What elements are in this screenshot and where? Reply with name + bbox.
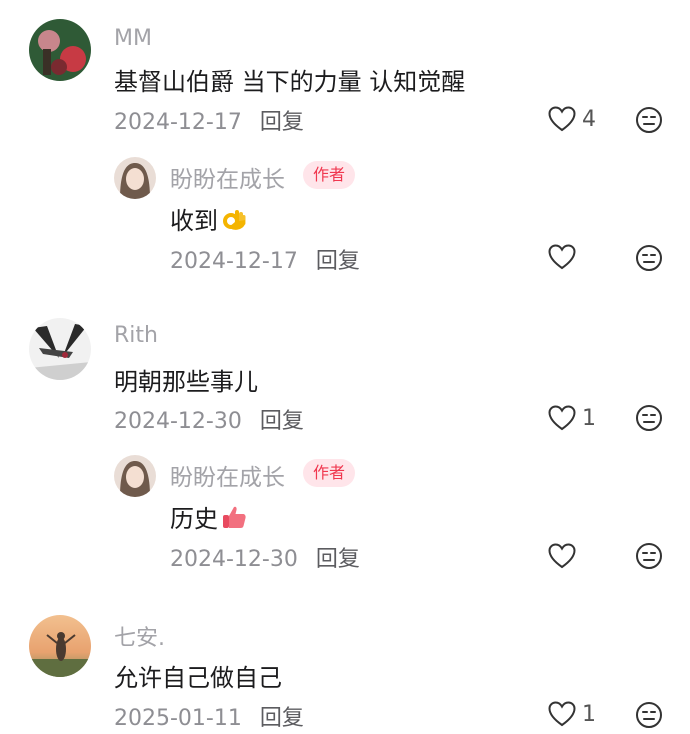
heart-icon <box>548 405 576 431</box>
like-count: 4 <box>582 106 596 132</box>
comment-text-content: 明朝那些事儿 <box>114 368 258 396</box>
dislike-button[interactable] <box>635 106 663 138</box>
comment-date: 2024-12-30 <box>114 409 242 434</box>
reply-meta: 2024-12-30 回复 <box>170 541 360 573</box>
author-avatar[interactable] <box>114 157 156 199</box>
like-button[interactable]: 4 <box>548 106 596 132</box>
dislike-button[interactable] <box>635 542 663 574</box>
reply-text: 收到 <box>170 201 247 236</box>
reply-date: 2024-12-30 <box>170 547 298 572</box>
reply-button[interactable]: 回复 <box>260 706 304 731</box>
like-count: 1 <box>582 405 596 431</box>
avatar[interactable] <box>29 19 91 81</box>
comment-text: 明朝那些事儿 <box>114 362 258 397</box>
comment-meta: 2024-12-17 回复 <box>114 104 304 136</box>
comment-date: 2025-01-11 <box>114 706 242 731</box>
heart-icon <box>548 543 576 569</box>
like-button[interactable]: 1 <box>548 701 596 727</box>
meh-face-icon <box>636 245 662 271</box>
author-username[interactable]: 盼盼在成长 <box>170 160 285 194</box>
meh-face-icon <box>636 405 662 431</box>
heart-icon <box>548 701 576 727</box>
reply-button[interactable]: 回复 <box>316 547 360 572</box>
dislike-button[interactable] <box>635 701 663 733</box>
author-badge: 作者 <box>303 161 356 189</box>
meh-face-icon <box>636 107 662 133</box>
like-button[interactable] <box>548 244 576 270</box>
comment-date: 2024-12-17 <box>114 110 242 135</box>
reply-button[interactable]: 回复 <box>316 249 360 274</box>
comment-item: Rith 明朝那些事儿 2024-12-30 回复 1 盼盼在成长 作者 历史 2… <box>0 300 690 596</box>
comment-meta: 2025-01-11 回复 <box>114 700 304 732</box>
reply-meta: 2024-12-17 回复 <box>170 243 360 275</box>
like-button[interactable]: 1 <box>548 405 596 431</box>
dislike-button[interactable] <box>635 404 663 436</box>
like-button[interactable] <box>548 543 576 569</box>
avatar[interactable] <box>29 615 91 677</box>
heart-icon <box>548 106 576 132</box>
reply-text-content: 历史 <box>170 505 218 533</box>
meh-face-icon <box>636 543 662 569</box>
author-badge: 作者 <box>303 459 356 487</box>
meh-face-icon <box>636 702 662 728</box>
reply-button[interactable]: 回复 <box>260 110 304 135</box>
comment-text: 允许自己做自己 <box>114 658 282 693</box>
author-avatar[interactable] <box>114 455 156 497</box>
thumbs-up-emoji-icon <box>223 506 246 528</box>
reply-text-content: 收到 <box>170 207 218 235</box>
comment-text-content: 允许自己做自己 <box>114 664 282 692</box>
comment-meta: 2024-12-30 回复 <box>114 403 304 435</box>
like-count: 1 <box>582 701 596 727</box>
comment-item: MM 基督山伯爵 当下的力量 认知觉醒 2024-12-17 回复 4 盼盼在成长… <box>0 0 690 300</box>
reply-date: 2024-12-17 <box>170 249 298 274</box>
reply-text: 历史 <box>170 499 247 534</box>
comment-username[interactable]: MM <box>114 26 152 51</box>
comment-username[interactable]: Rith <box>114 323 158 348</box>
comment-text-content: 基督山伯爵 当下的力量 认知觉醒 <box>114 68 466 96</box>
ok-hand-emoji-icon <box>223 209 246 230</box>
heart-icon <box>548 244 576 270</box>
reply-button[interactable]: 回复 <box>260 409 304 434</box>
comment-item: 七安. 允许自己做自己 2025-01-11 回复 1 <box>0 596 690 734</box>
comment-text: 基督山伯爵 当下的力量 认知觉醒 <box>114 62 465 97</box>
dislike-button[interactable] <box>635 244 663 276</box>
comment-username[interactable]: 七安. <box>114 620 165 652</box>
avatar[interactable] <box>29 318 91 380</box>
author-username[interactable]: 盼盼在成长 <box>170 458 285 492</box>
